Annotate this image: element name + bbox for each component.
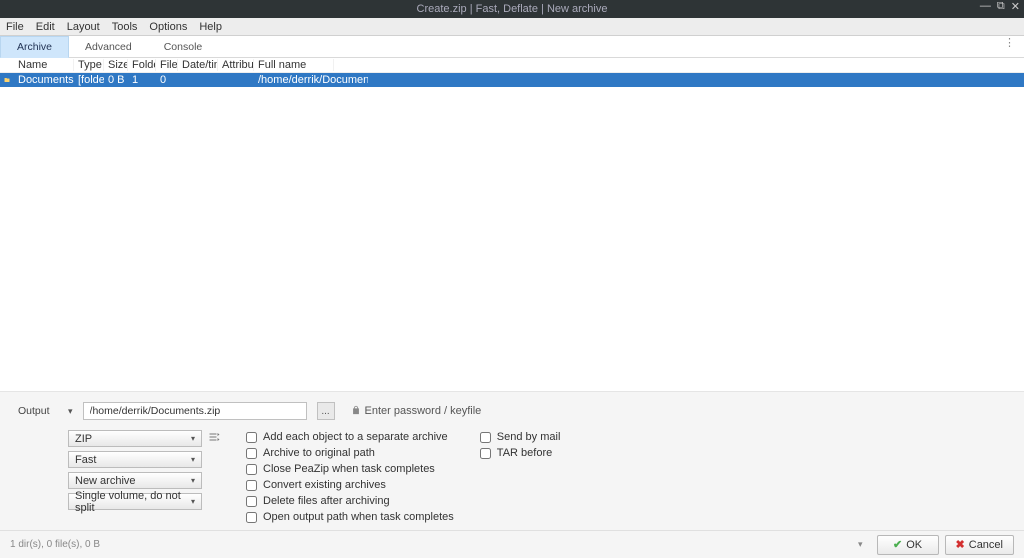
- cell-size: 0 B: [104, 74, 128, 86]
- chk-openout-box[interactable]: [246, 512, 257, 523]
- cancel-button[interactable]: ✖Cancel: [945, 535, 1014, 555]
- cell-type: [folder]: [74, 74, 104, 86]
- chk-closeapp-box[interactable]: [246, 464, 257, 475]
- chk-tarbefore[interactable]: TAR before: [480, 447, 561, 459]
- chevron-down-icon: ▾: [191, 497, 195, 506]
- col-datetime[interactable]: Date/time: [178, 59, 218, 71]
- mode-select[interactable]: New archive▾: [68, 472, 202, 489]
- menu-file[interactable]: File: [6, 21, 24, 33]
- chk-origpath-box[interactable]: [246, 448, 257, 459]
- col-name[interactable]: Name: [14, 59, 74, 71]
- table-row[interactable]: Documents [folder] 0 B 1 0 /home/derrik/…: [0, 73, 1024, 87]
- tab-console[interactable]: Console: [148, 36, 219, 57]
- chk-closeapp[interactable]: Close PeaZip when task completes: [246, 463, 454, 475]
- format-advanced-icon[interactable]: [208, 431, 220, 446]
- lock-icon: [351, 405, 361, 418]
- folder-icon: [0, 75, 14, 85]
- tab-advanced[interactable]: Advanced: [69, 36, 148, 57]
- chk-delafter-box[interactable]: [246, 496, 257, 507]
- close-icon[interactable]: ✕: [1011, 0, 1020, 13]
- chk-separate[interactable]: Add each object to a separate archive: [246, 431, 454, 443]
- options-panel: Output ▾ ... Enter password / keyfile ZI…: [0, 392, 1024, 527]
- file-table: Name Type Size Folders Files Date/time A…: [0, 58, 1024, 392]
- tab-overflow-icon[interactable]: ⋮: [994, 36, 1024, 57]
- chk-sendmail-box[interactable]: [480, 432, 491, 443]
- col-attributes[interactable]: Attributes: [218, 59, 254, 71]
- chk-convert[interactable]: Convert existing archives: [246, 479, 454, 491]
- chk-convert-box[interactable]: [246, 480, 257, 491]
- chevron-down-icon: ▾: [191, 455, 195, 464]
- checks-col2: Send by mail TAR before: [480, 430, 561, 523]
- password-label: Enter password / keyfile: [365, 405, 482, 417]
- menu-help[interactable]: Help: [199, 21, 222, 33]
- format-selects: ZIP▾ Fast▾ New archive▾ Single volume, d…: [68, 430, 220, 523]
- footer: 1 dir(s), 0 file(s), 0 B ▾ ✔OK ✖Cancel: [0, 530, 1024, 558]
- window-title: Create.zip | Fast, Deflate | New archive: [417, 3, 608, 15]
- col-fullname[interactable]: Full name: [254, 59, 334, 71]
- output-path-input[interactable]: [83, 402, 307, 420]
- menu-tools[interactable]: Tools: [112, 21, 138, 33]
- output-label: Output: [18, 405, 58, 417]
- chk-delafter[interactable]: Delete files after archiving: [246, 495, 454, 507]
- chk-origpath[interactable]: Archive to original path: [246, 447, 454, 459]
- window-buttons: — ⧉ ✕: [980, 0, 1020, 13]
- level-select[interactable]: Fast▾: [68, 451, 202, 468]
- chk-separate-box[interactable]: [246, 432, 257, 443]
- chevron-down-icon: ▾: [191, 434, 195, 443]
- ok-button[interactable]: ✔OK: [877, 535, 939, 555]
- col-size[interactable]: Size: [104, 59, 128, 71]
- browse-button[interactable]: ...: [317, 402, 335, 420]
- maximize-icon[interactable]: ⧉: [997, 0, 1005, 13]
- cell-folders: 1: [128, 74, 156, 86]
- chk-tarbefore-box[interactable]: [480, 448, 491, 459]
- split-select[interactable]: Single volume, do not split▾: [68, 493, 202, 510]
- chevron-down-icon: ▾: [191, 476, 195, 485]
- cell-name: Documents: [14, 74, 74, 86]
- chk-sendmail[interactable]: Send by mail: [480, 431, 561, 443]
- output-history-caret-icon[interactable]: ▾: [68, 406, 73, 417]
- col-folders[interactable]: Folders: [128, 59, 156, 71]
- tabstrip: Archive Advanced Console ⋮: [0, 36, 1024, 58]
- menu-options[interactable]: Options: [149, 21, 187, 33]
- format-select[interactable]: ZIP▾: [68, 430, 202, 447]
- footer-options-caret-icon[interactable]: ▾: [858, 539, 863, 550]
- chk-openout[interactable]: Open output path when task completes: [246, 511, 454, 523]
- col-type[interactable]: Type: [74, 59, 104, 71]
- x-icon: ✖: [956, 538, 965, 551]
- col-files[interactable]: Files: [156, 59, 178, 71]
- table-header: Name Type Size Folders Files Date/time A…: [0, 58, 1024, 73]
- menubar: File Edit Layout Tools Options Help: [0, 18, 1024, 36]
- check-icon: ✔: [893, 538, 902, 551]
- cell-files: 0: [156, 74, 178, 86]
- minimize-icon[interactable]: —: [980, 0, 991, 13]
- menu-layout[interactable]: Layout: [67, 21, 100, 33]
- menu-edit[interactable]: Edit: [36, 21, 55, 33]
- checks-col1: Add each object to a separate archive Ar…: [246, 430, 454, 523]
- status-text: 1 dir(s), 0 file(s), 0 B: [10, 539, 100, 550]
- password-link[interactable]: Enter password / keyfile: [351, 405, 482, 418]
- tab-archive[interactable]: Archive: [0, 36, 69, 58]
- titlebar: Create.zip | Fast, Deflate | New archive…: [0, 0, 1024, 18]
- cell-fullname: /home/derrik/Documents: [254, 74, 368, 86]
